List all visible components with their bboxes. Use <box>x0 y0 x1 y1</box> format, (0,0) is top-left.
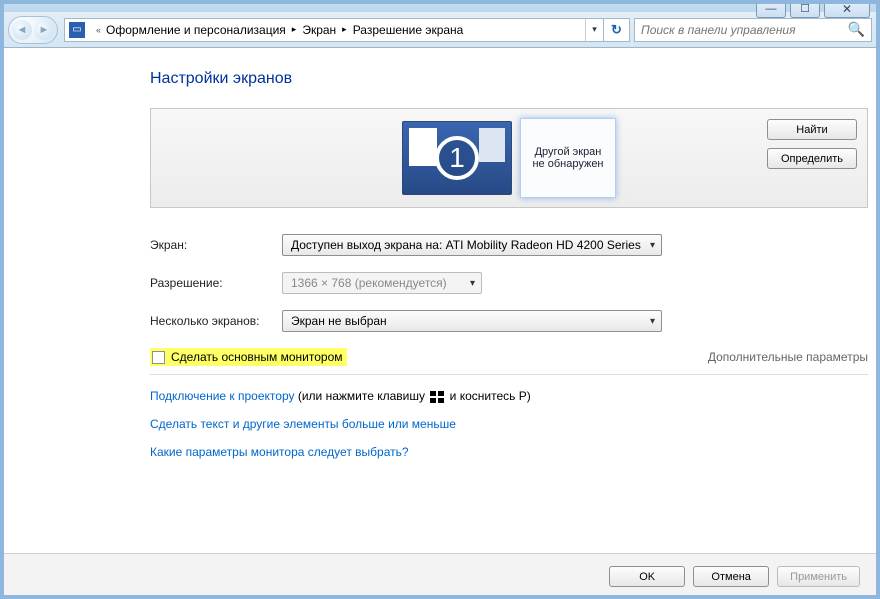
projector-tail-b: и коснитесь P) <box>446 389 530 403</box>
apply-button[interactable]: Применить <box>777 566 860 587</box>
title-bar: — ☐ ✕ <box>0 0 880 12</box>
page-title: Настройки экранов <box>150 70 868 88</box>
ghost-display[interactable]: Другой экран не обнаружен <box>520 118 616 198</box>
projector-tail-a: (или нажмите клавишу <box>295 389 429 403</box>
refresh-icon[interactable]: ↻ <box>603 19 629 41</box>
breadcrumb-item[interactable]: Оформление и персонализация <box>106 23 286 37</box>
nav-row: ◄ ► ▭ « Оформление и персонализация ▸ Эк… <box>0 12 880 48</box>
forward-icon[interactable]: ► <box>34 20 54 40</box>
highlighted-checkbox: Сделать основным монитором <box>150 348 347 366</box>
breadcrumb-item[interactable]: Экран <box>302 23 336 37</box>
main-panel: Настройки экранов 1 Другой экран не обна… <box>0 48 880 553</box>
projector-row: Подключение к проектору (или нажмите кла… <box>150 389 868 403</box>
primary-monitor-label: Сделать основным монитором <box>171 350 343 364</box>
checkbox-row: Сделать основным монитором Дополнительны… <box>150 348 868 375</box>
search-input[interactable] <box>641 23 848 37</box>
multi-display-select[interactable]: Экран не выбран <box>282 310 662 332</box>
cancel-button[interactable]: Отмена <box>693 566 769 587</box>
projector-link[interactable]: Подключение к проектору <box>150 389 295 403</box>
ok-button[interactable]: OK <box>609 566 685 587</box>
resolution-label: Разрешение: <box>150 276 282 290</box>
chevron-right-icon: ▸ <box>342 24 347 35</box>
breadcrumb[interactable]: ▭ « Оформление и персонализация ▸ Экран … <box>64 18 630 42</box>
breadcrumb-item[interactable]: Разрешение экрана <box>353 23 464 37</box>
multi-label: Несколько экранов: <box>150 314 282 328</box>
primary-monitor-checkbox[interactable] <box>152 351 165 364</box>
screen-label: Экран: <box>150 238 282 252</box>
preview-inner: 1 Другой экран не обнаружен <box>151 109 867 207</box>
find-button[interactable]: Найти <box>767 119 857 140</box>
close-button[interactable]: ✕ <box>824 0 870 18</box>
control-panel-icon: ▭ <box>69 22 85 38</box>
content: Настройки экранов 1 Другой экран не обна… <box>0 48 880 599</box>
chevron-right-icon: ▸ <box>292 24 297 35</box>
maximize-button[interactable]: ☐ <box>790 0 820 18</box>
breadcrumb-dropdown[interactable]: ▾ <box>585 19 603 41</box>
detect-button[interactable]: Определить <box>767 148 857 169</box>
breadcrumb-root-chevron: « <box>96 25 101 35</box>
nav-back-forward[interactable]: ◄ ► <box>8 16 58 44</box>
window-controls: — ☐ ✕ <box>756 0 870 18</box>
search-icon[interactable]: 🔍 <box>848 21 865 38</box>
minimize-button[interactable]: — <box>756 0 786 18</box>
footer: OK Отмена Применить <box>0 553 880 599</box>
screen-select[interactable]: Доступен выход экрана на: ATI Mobility R… <box>282 234 662 256</box>
resolution-select[interactable]: 1366 × 768 (рекомендуется) <box>282 272 482 294</box>
monitor-number: 1 <box>435 136 479 180</box>
text-size-link[interactable]: Сделать текст и другие элементы больше и… <box>150 417 456 431</box>
back-icon[interactable]: ◄ <box>12 20 32 40</box>
windows-key-icon <box>430 391 444 403</box>
search-box[interactable]: 🔍 <box>634 18 872 42</box>
monitor-1-thumb[interactable]: 1 <box>402 121 512 195</box>
which-monitor-link[interactable]: Какие параметры монитора следует выбрать… <box>150 445 409 459</box>
advanced-settings-link[interactable]: Дополнительные параметры <box>708 350 868 364</box>
display-preview: 1 Другой экран не обнаружен Найти Опреде… <box>150 108 868 208</box>
